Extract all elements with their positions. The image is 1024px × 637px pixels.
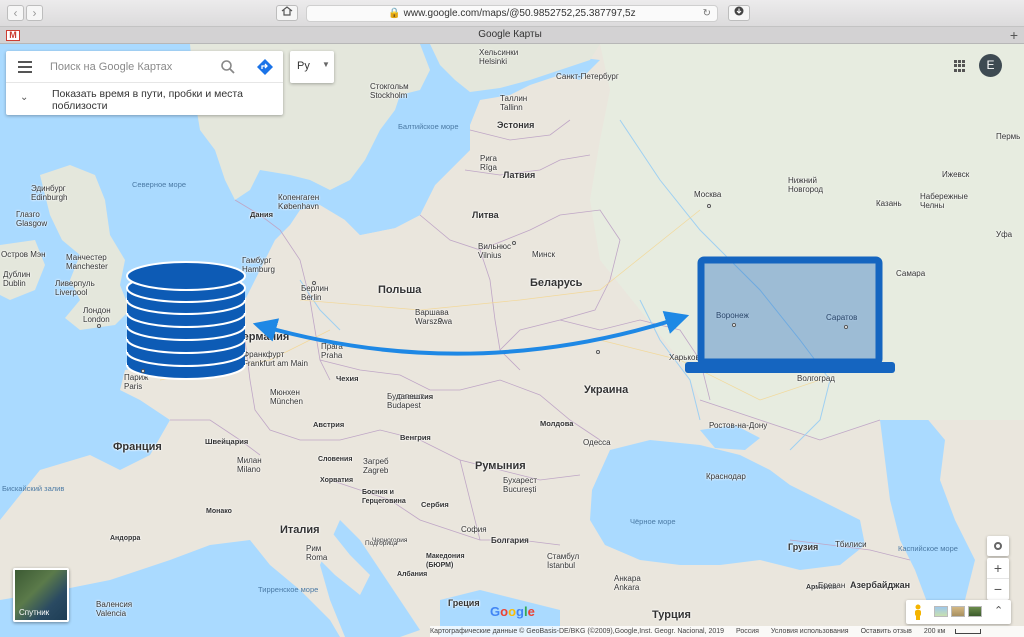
country-link[interactable]: Россия <box>736 628 759 635</box>
nearby-tip-row[interactable]: ⌄ Показать время в пути, пробки и места … <box>6 84 283 115</box>
tab-bar: M Google Карты + <box>0 27 1024 44</box>
address-bar[interactable]: 🔒 www.google.com/maps/@50.9852752,25.387… <box>306 5 718 22</box>
location-icon <box>994 542 1002 550</box>
google-logo: Google <box>490 604 535 619</box>
caret-down-icon: ▼ <box>322 60 330 69</box>
scale-label: 200 км <box>923 628 946 635</box>
nearby-tip-text: Показать время в пути, пробки и места по… <box>52 88 243 112</box>
downloads-button[interactable] <box>728 5 750 21</box>
account-avatar[interactable]: E <box>979 54 1002 77</box>
home-icon <box>281 6 293 16</box>
back-button[interactable]: ‹ <box>7 5 24 21</box>
map-footer: Картографические данные © GeoBasis-DE/BK… <box>430 626 1024 637</box>
terms-link[interactable]: Условия использования <box>771 628 849 635</box>
layer-thumbnail[interactable] <box>968 606 982 617</box>
browser-toolbar: ‹ › 🔒 www.google.com/maps/@50.9852752,25… <box>0 0 1024 27</box>
scale-bar <box>955 628 982 634</box>
gmail-icon[interactable]: M <box>6 30 20 41</box>
attribution-text: Картографические данные © GeoBasis-DE/BK… <box>430 628 725 635</box>
feedback-link[interactable]: Оставить отзыв <box>861 628 912 635</box>
city-marker <box>596 350 600 354</box>
home-button[interactable] <box>276 5 298 21</box>
language-label: Ру <box>297 60 310 72</box>
search-panel: ⌄ Показать время в пути, пробки и места … <box>6 51 283 115</box>
database-icon <box>126 261 246 380</box>
reload-icon[interactable]: ↻ <box>703 6 711 21</box>
menu-icon[interactable] <box>18 61 32 73</box>
city-marker <box>512 241 516 245</box>
layer-thumbnail[interactable] <box>934 606 948 617</box>
satellite-toggle[interactable]: Спутник <box>13 568 69 622</box>
zoom-controls: + − <box>987 558 1009 600</box>
my-location-button[interactable] <box>987 536 1009 556</box>
download-icon <box>734 6 744 16</box>
zoom-out-button[interactable]: − <box>987 579 1009 600</box>
connection-arrow <box>252 310 690 356</box>
city-marker <box>707 204 711 208</box>
new-tab-button[interactable]: + <box>1010 27 1018 43</box>
chevron-down-icon[interactable]: ⌄ <box>20 92 28 103</box>
city-marker <box>732 323 736 327</box>
search-input[interactable] <box>50 59 210 75</box>
apps-grid-icon[interactable] <box>954 60 966 72</box>
url-text: www.google.com/maps/@50.9852752,25.38779… <box>403 8 636 19</box>
city-marker <box>844 325 848 329</box>
satellite-label: Спутник <box>19 608 50 617</box>
language-selector[interactable]: Ру ▼ <box>290 51 334 83</box>
city-marker <box>97 324 101 328</box>
lock-icon: 🔒 <box>388 8 404 19</box>
forward-button[interactable]: › <box>26 5 43 21</box>
city-marker <box>438 318 442 322</box>
directions-icon[interactable] <box>256 58 274 76</box>
street-view-layers-strip: ⌃ <box>906 600 1011 624</box>
city-marker <box>312 281 316 285</box>
city-marker <box>141 369 145 373</box>
zoom-in-button[interactable]: + <box>987 558 1009 579</box>
layer-thumbnail[interactable] <box>951 606 965 617</box>
laptop-icon <box>685 256 895 373</box>
search-row <box>6 51 283 83</box>
diagram-overlay <box>126 256 895 380</box>
search-icon[interactable] <box>220 59 236 75</box>
pegman-icon[interactable] <box>913 604 923 620</box>
expand-icon[interactable]: ⌃ <box>994 604 1003 617</box>
tab-title[interactable]: Google Карты <box>440 29 580 40</box>
map-canvas[interactable]: Северное море Балтийское море Чёрное мор… <box>0 44 1024 637</box>
